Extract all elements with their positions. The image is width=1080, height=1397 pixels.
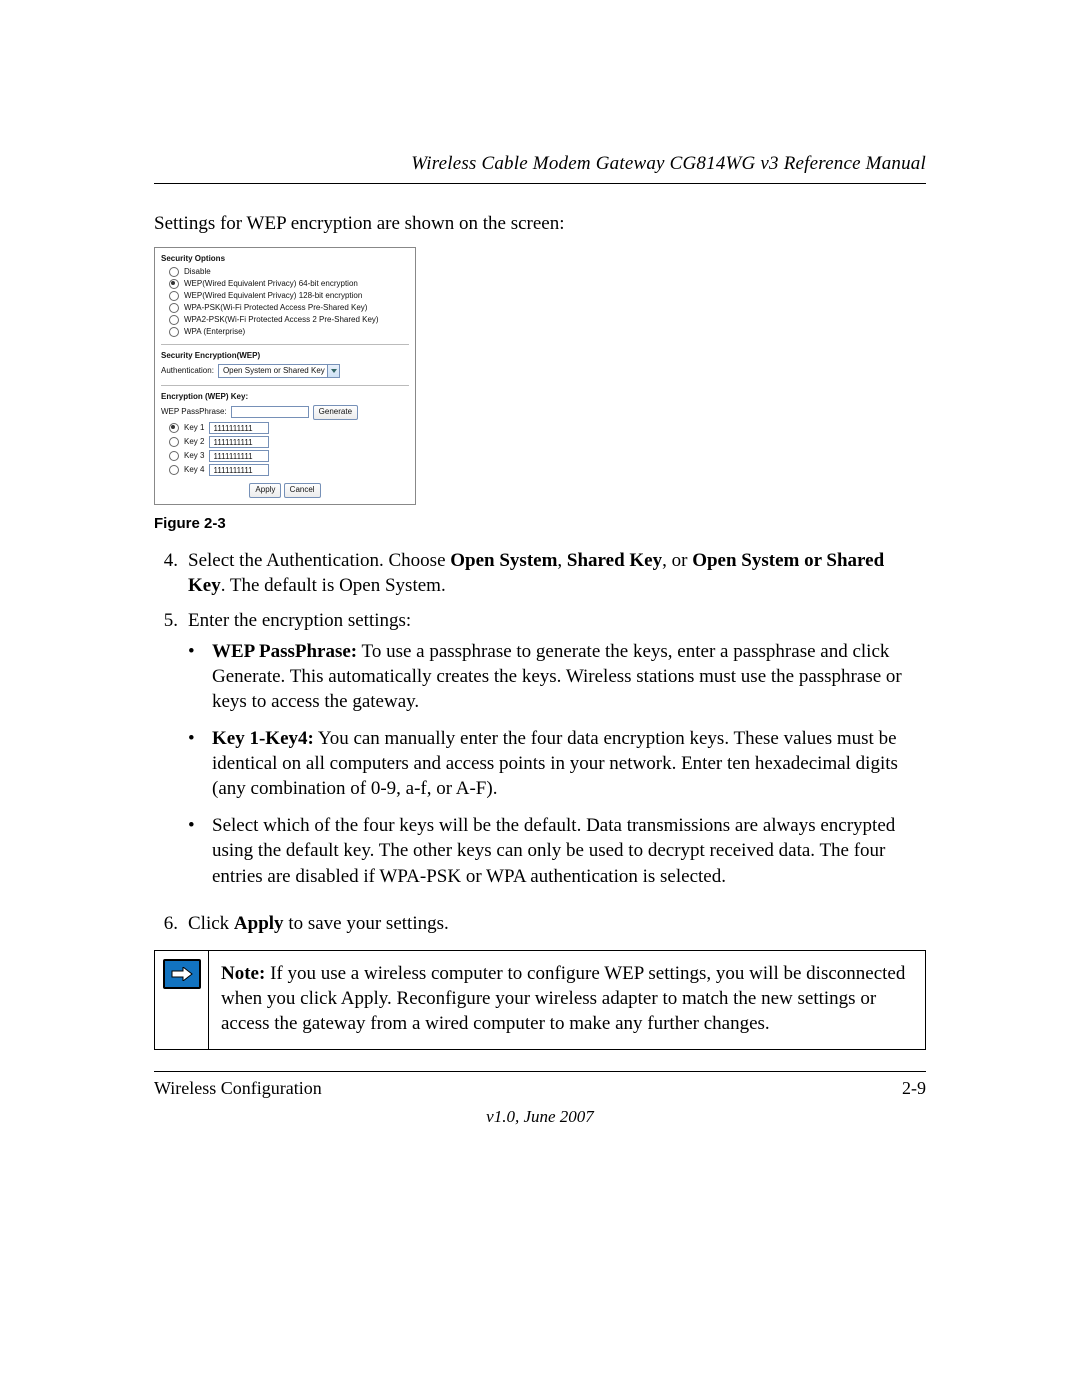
- bold: WEP PassPhrase:: [212, 641, 357, 662]
- radio-icon: [169, 267, 179, 277]
- bullet-icon: •: [188, 726, 198, 801]
- key4-label: Key 4: [184, 465, 204, 475]
- footer-page-number: 2-9: [902, 1078, 926, 1099]
- opt-wpapsk[interactable]: WPA-PSK(Wi-Fi Protected Access Pre-Share…: [161, 302, 409, 314]
- intro-paragraph: Settings for WEP encryption are shown on…: [154, 212, 926, 237]
- text: , or: [662, 550, 692, 571]
- text: ,: [557, 550, 567, 571]
- radio-icon: [169, 423, 179, 433]
- opt-wpaent[interactable]: WPA (Enterprise): [161, 326, 409, 338]
- note-box: Note: If you use a wireless computer to …: [154, 950, 926, 1050]
- step-number: 4.: [154, 548, 178, 598]
- passphrase-label: WEP PassPhrase:: [161, 407, 227, 417]
- key4-input[interactable]: 1111111111: [209, 464, 269, 476]
- bullet-icon: •: [188, 813, 198, 888]
- passphrase-input[interactable]: [231, 406, 309, 418]
- arrow-right-icon: [163, 959, 201, 989]
- radio-icon: [169, 327, 179, 337]
- bullet-passphrase: • WEP PassPhrase: To use a passphrase to…: [188, 639, 926, 714]
- security-options-header: Security Options: [161, 254, 409, 264]
- radio-icon: [169, 279, 179, 289]
- text: . The default is Open System.: [221, 575, 446, 596]
- bold: Key 1-Key4:: [212, 728, 314, 749]
- radio-icon: [169, 291, 179, 301]
- encryption-header: Security Encryption(WEP): [161, 351, 409, 361]
- text: Click: [188, 913, 234, 934]
- figure-caption: Figure 2-3: [154, 515, 926, 532]
- bold: Apply: [234, 913, 284, 934]
- step-number: 5.: [154, 608, 178, 901]
- bullet-icon: •: [188, 639, 198, 714]
- cancel-button[interactable]: Cancel: [284, 483, 321, 498]
- text: Enter the encryption settings:: [188, 610, 411, 631]
- auth-label: Authentication:: [161, 366, 214, 376]
- key2-row[interactable]: Key 2 1111111111: [169, 435, 409, 449]
- generate-button[interactable]: Generate: [313, 405, 358, 420]
- key4-row[interactable]: Key 4 1111111111: [169, 463, 409, 477]
- apply-button[interactable]: Apply: [249, 483, 281, 498]
- radio-icon: [169, 315, 179, 325]
- radio-icon: [169, 437, 179, 447]
- radio-icon: [169, 465, 179, 475]
- key1-label: Key 1: [184, 423, 204, 433]
- chevron-down-icon: [327, 365, 339, 377]
- opt-disable-label: Disable: [184, 267, 211, 277]
- key1-input[interactable]: 1111111111: [209, 422, 269, 434]
- key3-input[interactable]: 1111111111: [209, 450, 269, 462]
- step-5: 5. Enter the encryption settings: • WEP …: [154, 608, 926, 901]
- footer-version: v1.0, June 2007: [154, 1107, 926, 1127]
- screenshot-panel: Security Options Disable WEP(Wired Equiv…: [154, 247, 416, 505]
- opt-wep128[interactable]: WEP(Wired Equivalent Privacy) 128-bit en…: [161, 290, 409, 302]
- key3-label: Key 3: [184, 451, 204, 461]
- key1-row[interactable]: Key 1 1111111111: [169, 421, 409, 435]
- opt-disable[interactable]: Disable: [161, 266, 409, 278]
- key2-input[interactable]: 1111111111: [209, 436, 269, 448]
- step-list: 4. Select the Authentication. Choose Ope…: [154, 548, 926, 936]
- footer-section: Wireless Configuration: [154, 1078, 322, 1099]
- opt-wep64[interactable]: WEP(Wired Equivalent Privacy) 64-bit enc…: [161, 278, 409, 290]
- step-6: 6. Click Apply to save your settings.: [154, 911, 926, 936]
- text: Select the Authentication. Choose: [188, 550, 450, 571]
- key2-label: Key 2: [184, 437, 204, 447]
- bullet-default-key: • Select which of the four keys will be …: [188, 813, 926, 888]
- key3-row[interactable]: Key 3 1111111111: [169, 449, 409, 463]
- opt-wep128-label: WEP(Wired Equivalent Privacy) 128-bit en…: [184, 291, 362, 301]
- text: to save your settings.: [284, 913, 449, 934]
- opt-wpapsk-label: WPA-PSK(Wi-Fi Protected Access Pre-Share…: [184, 303, 367, 313]
- opt-wep64-label: WEP(Wired Equivalent Privacy) 64-bit enc…: [184, 279, 358, 289]
- note-text: If you use a wireless computer to config…: [221, 963, 905, 1035]
- page-footer: Wireless Configuration 2-9 v1.0, June 20…: [154, 1071, 926, 1127]
- note-label: Note:: [221, 963, 265, 984]
- bullet-keys: • Key 1-Key4: You can manually enter the…: [188, 726, 926, 801]
- step-number: 6.: [154, 911, 178, 936]
- opt-wpa2psk[interactable]: WPA2-PSK(Wi-Fi Protected Access 2 Pre-Sh…: [161, 314, 409, 326]
- enc-key-header: Encryption (WEP) Key:: [161, 392, 409, 402]
- opt-wpa2psk-label: WPA2-PSK(Wi-Fi Protected Access 2 Pre-Sh…: [184, 315, 379, 325]
- step-4: 4. Select the Authentication. Choose Ope…: [154, 548, 926, 598]
- radio-icon: [169, 451, 179, 461]
- text: You can manually enter the four data enc…: [212, 728, 898, 799]
- text: Select which of the four keys will be th…: [212, 815, 895, 886]
- running-header: Wireless Cable Modem Gateway CG814WG v3 …: [154, 153, 926, 184]
- auth-select-value: Open System or Shared Key: [223, 366, 325, 375]
- opt-wpaent-label: WPA (Enterprise): [184, 327, 245, 337]
- bold: Open System: [450, 550, 557, 571]
- auth-select[interactable]: Open System or Shared Key: [218, 364, 340, 378]
- radio-icon: [169, 303, 179, 313]
- bullet-list: • WEP PassPhrase: To use a passphrase to…: [188, 639, 926, 889]
- bold: Shared Key: [567, 550, 662, 571]
